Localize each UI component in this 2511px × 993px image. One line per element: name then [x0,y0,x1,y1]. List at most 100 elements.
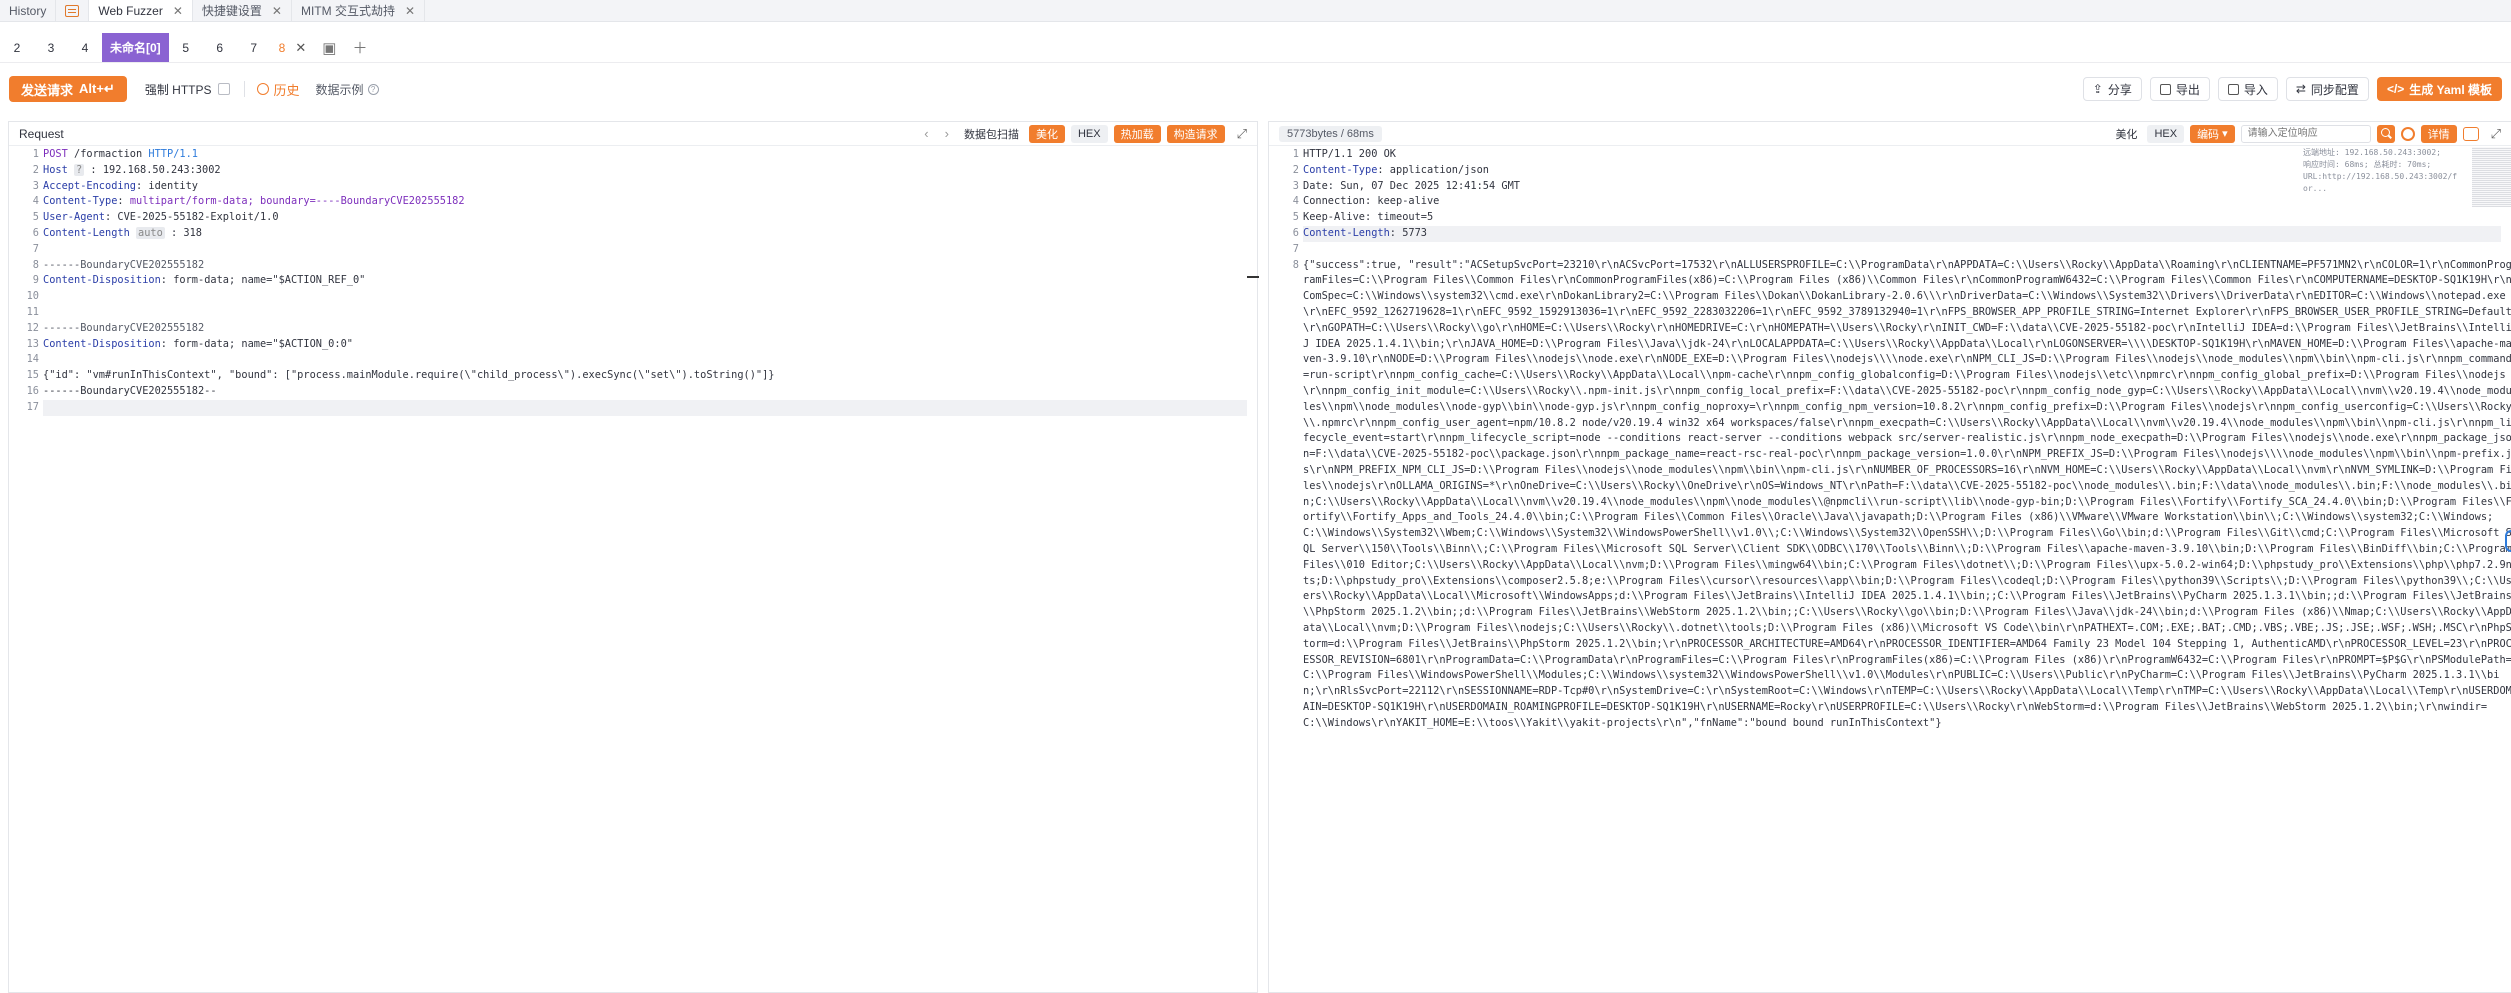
beautify-button[interactable]: 美化 [2111,126,2141,142]
close-icon[interactable]: ✕ [405,4,415,18]
response-line-current: Content-Length: 5773 [1303,225,2501,242]
history-label: 历史 [273,82,300,98]
sub-tab[interactable]: 3 [34,33,68,62]
response-body: {"success":true, "result":"ACSetupSvcPor… [1303,258,2511,729]
minimap[interactable] [2472,147,2511,207]
hex-button[interactable]: HEX [1070,124,1108,143]
fuzzer-toolbar: 发送请求 Alt+↵ 强制 HTTPS 历史 数据示例 ? ⇪ 分享 导出 导入 … [0,63,2511,115]
request-panel: Request ‹ › 数据包扫描 美化 HEX 热加载 构造请求 ⤢ 1234… [8,121,1258,993]
packet-scan-button[interactable]: 数据包扫描 [960,126,1023,142]
request-line: POST /formaction HTTP/1.1 [43,148,199,160]
save-icon[interactable]: ▣ [314,33,344,62]
export-button[interactable]: 导出 [2149,77,2210,101]
tab-web-fuzzer[interactable]: Web Fuzzer ✕ [89,0,193,21]
request-title: Request [19,126,64,141]
export-icon [2159,83,2171,95]
close-icon[interactable]: ✕ [272,4,282,18]
close-icon[interactable]: ✕ [295,40,306,56]
example-label: 数据示例 [315,82,364,97]
search-input[interactable] [2240,124,2371,143]
status-line: HTTP/1.1 200 OK [1303,148,1396,160]
share-label: 分享 [2107,82,2132,97]
sub-tab-current[interactable]: 8 ✕ [271,33,315,62]
build-request-button[interactable]: 构造请求 [1166,124,1225,143]
side-handle-icon[interactable] [2505,530,2511,552]
request-line: ------BoundaryCVE202555182 [43,258,205,271]
request-line-numbers: 1 2 3 4 5 6 7 8 9 10 11 12 13 14 15 16 17 [26,148,39,413]
request-header: Request ‹ › 数据包扫描 美化 HEX 热加载 构造请求 ⤢ [9,122,1257,146]
request-editor[interactable]: POST /formaction HTTP/1.1 Host ? : 192.1… [43,147,1247,416]
response-line: Keep-Alive: timeout=5 [1303,211,1434,224]
search-icon[interactable] [2376,124,2395,143]
request-line: User-Agent: CVE-2025-55182-Exploit/1.0 [43,211,279,224]
export-label: 导出 [2175,82,2200,97]
splitter-handle[interactable] [1247,276,1259,278]
data-example-link[interactable]: 数据示例 ? [316,81,379,98]
encoding-label: 编码 [2197,128,2220,141]
send-request-button[interactable]: 发送请求 Alt+↵ [9,76,127,102]
tab-label: Web Fuzzer [98,3,163,18]
send-label: 发送请求 [21,82,74,98]
response-editor[interactable]: HTTP/1.1 200 OK Content-Type: applicatio… [1303,147,2511,731]
import-button[interactable]: 导入 [2217,77,2278,101]
help-icon: ? [367,83,379,95]
import-label: 导入 [2243,82,2268,97]
sync-config-button[interactable]: ⇄ 同步配置 [2285,77,2369,101]
sub-tab-active[interactable]: 未命名[0] [102,33,169,62]
hot-reload-button[interactable]: 热加载 [1113,124,1161,143]
response-header: 5773bytes / 68ms 美化 HEX 编码▾ 详情 ⤢ [1269,122,2511,146]
tab-mitm[interactable]: MITM 交互式劫持 ✕ [292,0,426,21]
tab-table[interactable] [56,0,90,21]
request-line [43,305,1247,321]
expand-icon[interactable]: ⤢ [1237,126,1247,142]
sub-tab-label: 8 [278,40,286,55]
request-line: {"id": "vm#runInThisContext", "bound": [… [43,369,775,382]
prev-arrow-icon[interactable]: ‹ [919,126,933,141]
toolbar-right: ⇪ 分享 导出 导入 ⇄ 同步配置 </> 生成 Yaml 模板 [2082,77,2502,101]
tab-history[interactable]: History [0,0,57,21]
sub-tab[interactable]: 2 [0,33,34,62]
request-line: ------BoundaryCVE202555182-- [43,384,217,397]
response-line-numbers: 12345678 [1292,148,1299,271]
meta-url: URL:http://192.168.50.243:3002/f [2303,172,2458,181]
tab-label: MITM 交互式劫持 [300,4,395,18]
sync-icon: ⇄ [2295,82,2306,96]
request-line: Content-Length auto : 318 [43,226,203,239]
request-line-current [43,399,1247,416]
encoding-select[interactable]: 编码 ▾ [2190,124,2235,143]
tab-shortcuts[interactable]: 快捷键设置 ✕ [193,0,292,21]
sub-tab[interactable]: 7 [237,33,271,62]
tab-label: History [9,3,47,18]
share-button[interactable]: ⇪ 分享 [2082,77,2142,101]
request-line: Content-Type: multipart/form-data; bound… [43,195,465,208]
meta-remote: 远端地址: 192.168.50.243:3002; [2303,148,2441,157]
request-line: Content-Disposition: form-data; name="$A… [43,274,366,287]
sync-label: 同步配置 [2310,82,2359,97]
sub-tab[interactable]: 6 [203,33,237,62]
request-line [43,242,1247,258]
top-tab-bar: History Web Fuzzer ✕ 快捷键设置 ✕ MITM 交互式劫持 ✕ [0,0,2511,22]
beautify-button[interactable]: 美化 [1028,124,1065,143]
close-icon[interactable]: ✕ [173,4,183,18]
sub-tab[interactable]: 5 [169,33,203,62]
chrome-icon[interactable] [2400,126,2415,141]
request-line [43,352,1247,368]
add-tab-icon[interactable]: ＋ [344,33,375,62]
generate-yaml-button[interactable]: </> 生成 Yaml 模板 [2376,77,2502,101]
force-https-toggle[interactable]: 强制 HTTPS [145,81,230,98]
tab-label: 快捷键设置 [201,4,262,18]
detail-button[interactable]: 详情 [2420,124,2457,143]
fuzzer-sub-tabs: 2 3 4 未命名[0] 5 6 7 8 ✕ ▣ ＋ [0,33,2511,63]
checkbox[interactable] [217,83,230,95]
hex-button[interactable]: HEX [2147,124,2185,143]
expand-icon[interactable]: ⤢ [2491,126,2501,142]
send-shortcut: Alt+↵ [79,81,115,96]
next-arrow-icon[interactable]: › [940,126,954,141]
history-button[interactable]: 历史 [256,80,300,99]
sub-tab[interactable]: 4 [68,33,102,62]
response-line [1303,242,2501,258]
chat-icon[interactable] [2462,126,2479,141]
code-icon: </> [2386,82,2405,96]
meta-url-more: or... [2303,184,2328,193]
request-line: Accept-Encoding: identity [43,179,198,192]
